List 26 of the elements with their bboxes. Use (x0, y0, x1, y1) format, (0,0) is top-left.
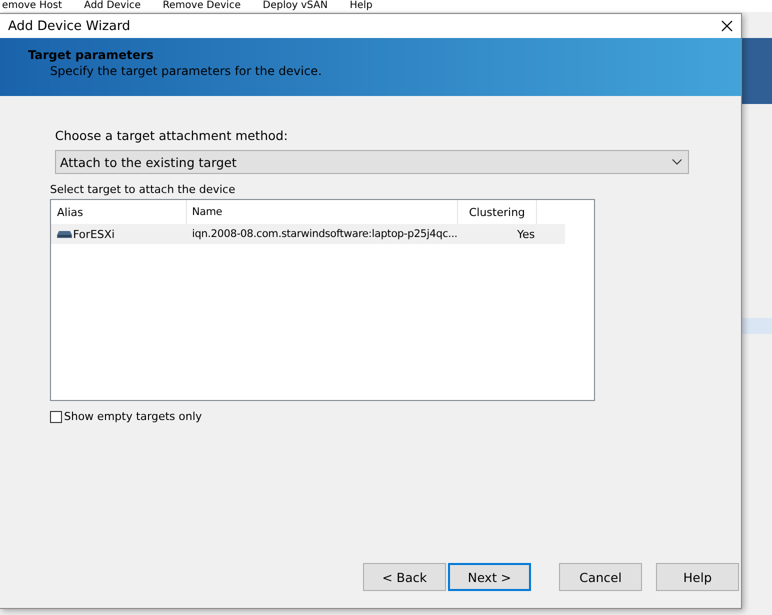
wizard-button[interactable]: Help (656, 563, 739, 591)
close-icon[interactable] (721, 20, 733, 32)
menu-item[interactable]: Help (350, 0, 373, 12)
page-title: Target parameters (28, 48, 155, 62)
background-banner (742, 38, 772, 104)
table-cell-text: Yes (516, 228, 536, 240)
menu-item[interactable]: Add Device (84, 0, 141, 12)
server-icon (57, 230, 72, 238)
targets-label: Select target to attach the device (50, 183, 236, 196)
menu-item[interactable]: Deploy vSAN (262, 0, 328, 12)
window-title: Add Device Wizard (8, 18, 130, 34)
method-dropdown[interactable]: Attach to the existing target (55, 150, 689, 174)
background-selected-row (742, 318, 772, 334)
wizard-button[interactable]: < Back (363, 563, 446, 591)
table-cell-text: iqn.2008-08.com.starwindsoftware:laptop-p25j4qc... (191, 228, 458, 240)
menu-item[interactable]: Remove Device (162, 0, 241, 12)
table-row[interactable]: ForESXi iqn.2008-08.com.starwindsoftware:laptop-p25j4qc... Yes (51, 224, 565, 244)
method-label: Choose a target attachment method: (55, 128, 289, 143)
checkbox-label[interactable]: Show empty targets only (64, 410, 202, 423)
menu-item[interactable]: emove Host (2, 0, 62, 12)
wizard-button[interactable]: Next > (448, 563, 532, 591)
wizard-button[interactable]: Cancel (559, 563, 642, 591)
caret-icon (672, 159, 682, 165)
checkbox[interactable] (50, 410, 62, 422)
page-subtitle: Specify the target parameters for the device. (49, 64, 323, 78)
alias-text: ForESXi (73, 228, 115, 240)
